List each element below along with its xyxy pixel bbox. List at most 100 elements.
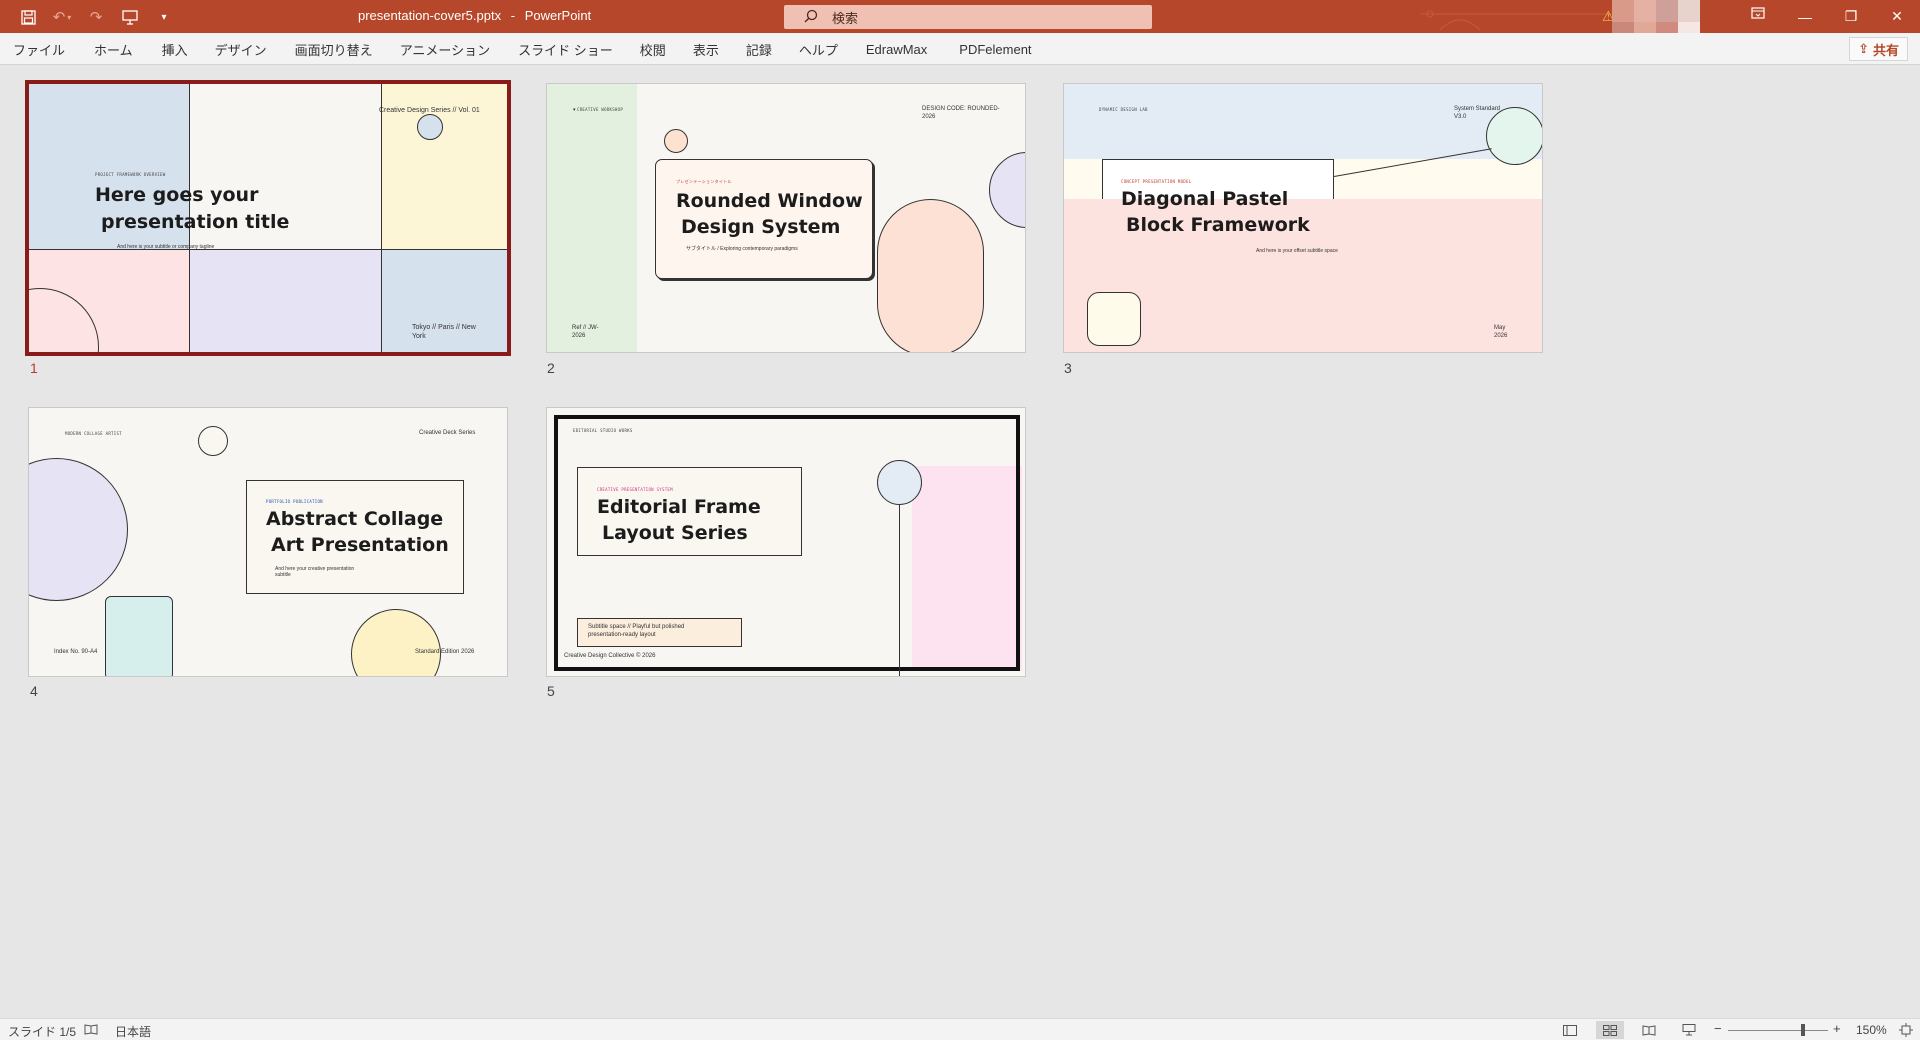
app-name: PowerPoint (524, 8, 592, 23)
tab-slideshow[interactable]: スライド ショー (518, 40, 623, 59)
account-avatar[interactable] (1612, 0, 1730, 37)
save-icon[interactable] (16, 6, 40, 28)
language-indicator[interactable]: 日本語 (115, 1023, 151, 1040)
ribbon-tab-list: ファイル ホーム 挿入 デザイン 画面切り替え アニメーション スライド ショー… (0, 33, 1042, 65)
slide-sorter-view-icon[interactable] (1596, 1021, 1624, 1039)
window-controls: — ❐ ✕ (1782, 0, 1920, 33)
tab-edrawmax[interactable]: EdrawMax (866, 42, 937, 57)
tab-help[interactable]: ヘルプ (799, 40, 848, 59)
slide-title-line-1: Rounded Window (676, 190, 863, 212)
rounded-square (105, 596, 173, 676)
restore-icon[interactable]: ❐ (1828, 0, 1874, 33)
undo-icon[interactable]: ↶ ▾ (50, 6, 74, 28)
slide-sorter: PROJECT FRAMEWORK OVERVIEW Creative Desi… (0, 66, 1920, 1018)
tab-insert[interactable]: 挿入 (162, 40, 198, 59)
slide-title-line-1: Diagonal Pastel (1121, 188, 1289, 210)
tab-file[interactable]: ファイル (13, 40, 75, 59)
slide-title-line-2: Art Presentation (271, 534, 449, 556)
slide-label: CONCEPT PRESENTATION MODEL (1121, 179, 1192, 184)
zoom-level[interactable]: 150% (1856, 1023, 1887, 1037)
slide-location: Tokyo // Paris // New York (412, 324, 476, 340)
slide-kicker: CREATIVE WORKSHOP (577, 107, 624, 112)
slide-code: DESIGN CODE: ROUNDED-2026 (922, 106, 1000, 120)
share-icon: ⇪ (1858, 41, 1869, 56)
slide-number-4: 4 (30, 683, 38, 699)
grid-line (381, 84, 382, 352)
circle-shape (198, 426, 228, 456)
grid-line (29, 249, 507, 250)
slideshow-view-icon[interactable] (1675, 1021, 1703, 1039)
circle-shape (1486, 107, 1542, 165)
circle-shape (29, 458, 128, 601)
slide-number-1: 1 (30, 360, 38, 376)
rounded-square (1087, 292, 1141, 346)
tab-transitions[interactable]: 画面切り替え (295, 40, 383, 59)
ribbon-display-options-icon[interactable] (1748, 7, 1768, 25)
slide-kicker: EDITORIAL STUDIO WORKS (573, 428, 633, 433)
reading-view-icon[interactable] (1635, 1021, 1663, 1039)
chevron-icon: ▾ (573, 107, 576, 113)
zoom-in-button[interactable]: + (1833, 1021, 1841, 1036)
slide-thumbnail-1[interactable]: PROJECT FRAMEWORK OVERVIEW Creative Desi… (25, 80, 511, 356)
slide-subtitle: Subtitle space // Playful but polished p… (588, 624, 685, 638)
spelling-icon[interactable] (84, 1023, 98, 1038)
zoom-slider-thumb[interactable] (1801, 1024, 1805, 1036)
slide-kicker: PROJECT FRAMEWORK OVERVIEW (95, 172, 166, 177)
tab-pdfelement[interactable]: PDFelement (959, 42, 1041, 57)
close-icon[interactable]: ✕ (1874, 0, 1920, 33)
present-from-start-icon[interactable] (118, 6, 142, 28)
slide-title-line-2: Design System (681, 216, 841, 238)
pill-shape (877, 199, 984, 352)
tab-review[interactable]: 校閲 (640, 40, 676, 59)
slide-thumbnail-2[interactable]: CREATIVE WORKSHOP ▾ DESIGN CODE: ROUNDED… (546, 83, 1026, 353)
share-button[interactable]: ⇪ 共有 (1849, 37, 1908, 61)
slide-subtitle: And here is your offset subtitle space (1256, 248, 1338, 254)
slide-subtitle: サブタイトル / Exploring contemporary paradigm… (686, 246, 798, 252)
titlebar-decoration (1420, 10, 1620, 31)
circle-shape (351, 609, 441, 676)
block-lavender (189, 249, 381, 352)
slide-thumbnail-5[interactable]: EDITORIAL STUDIO WORKS CREATIVE PRESENTA… (546, 407, 1026, 677)
slide-ref: Ref // JW-2026 (572, 325, 599, 339)
tab-home[interactable]: ホーム (94, 40, 143, 59)
slide-label: CREATIVE PRESENTATION SYSTEM (597, 487, 673, 492)
slide-thumbnail-4[interactable]: MODERN COLLAGE ARTIST Creative Deck Seri… (28, 407, 508, 677)
zoom-out-button[interactable]: − (1714, 1021, 1722, 1036)
tab-record[interactable]: 記録 (746, 40, 782, 59)
slide-thumbnail-3[interactable]: DYNAMIC DESIGN LAB System Standard V3.0 … (1063, 83, 1543, 353)
slide-title-line-1: Editorial Frame (597, 496, 761, 518)
title-bar: ↶ ▾ ↷ ▾ presentation-cover5.pptx - PowerP… (0, 0, 1920, 37)
slide-label: プレゼンテーションタイトル (676, 179, 732, 184)
fit-to-window-icon[interactable] (1892, 1021, 1920, 1039)
status-bar: スライド 1/5 日本語 − + 150% (0, 1018, 1920, 1040)
circle-shape (664, 129, 688, 153)
redo-icon[interactable]: ↷ (84, 6, 108, 28)
slide-counter: スライド 1/5 (8, 1025, 77, 1039)
slide-number-2: 2 (547, 360, 555, 376)
slide-number-3: 3 (1064, 360, 1072, 376)
search-box[interactable]: 検索 (784, 5, 1152, 29)
search-icon (804, 9, 818, 26)
minimize-icon[interactable]: — (1782, 0, 1828, 33)
customize-qat-icon[interactable]: ▾ (152, 6, 176, 28)
circle-shape (877, 460, 922, 505)
tab-view[interactable]: 表示 (693, 40, 729, 59)
slide-edition: Standard Edition 2026 (415, 649, 475, 655)
slide-series: Creative Design Series // Vol. 01 (379, 107, 480, 114)
quick-access-toolbar: ↶ ▾ ↷ ▾ (16, 6, 176, 28)
slide-footer: Creative Design Collective © 2026 (564, 653, 656, 659)
title-separator: - (510, 8, 516, 23)
slide-title-line-2: presentation title (101, 211, 290, 233)
block-blue (1064, 84, 1542, 159)
normal-view-icon[interactable] (1556, 1021, 1584, 1039)
ribbon-tabs: ファイル ホーム 挿入 デザイン 画面切り替え アニメーション スライド ショー… (0, 33, 1920, 65)
zoom-slider[interactable] (1728, 1030, 1828, 1031)
tab-animations[interactable]: アニメーション (400, 40, 500, 59)
slide-title-line-2: Layout Series (602, 522, 748, 544)
slide-title-line-1: Abstract Collage (266, 508, 444, 530)
circle-shape (989, 152, 1025, 228)
slide-index: Index No. 90-A4 (54, 649, 98, 655)
tab-design[interactable]: デザイン (215, 40, 277, 59)
slide-kicker: DYNAMIC DESIGN LAB (1099, 107, 1148, 112)
filename: presentation-cover5.pptx (358, 8, 502, 23)
